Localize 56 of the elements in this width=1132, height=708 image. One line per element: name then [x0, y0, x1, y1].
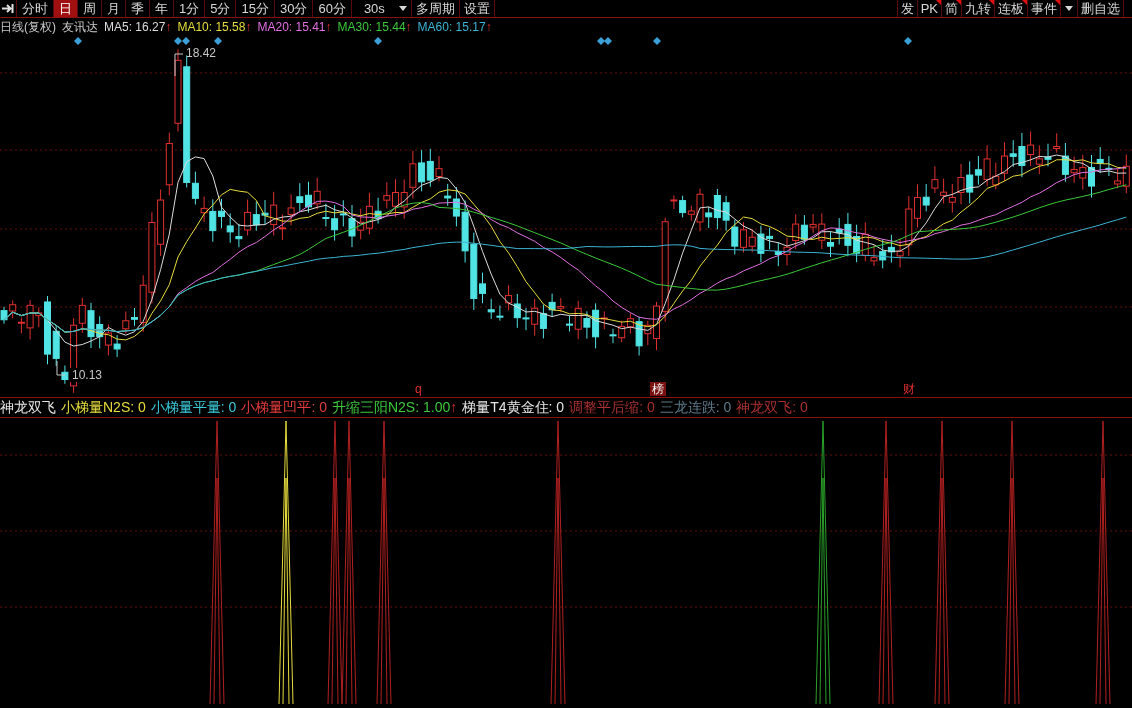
indicator-reading: 升缩三阳N2S: 1.00 [331, 398, 451, 417]
diamond-icon [214, 37, 222, 45]
indicator-reading: 小梯量N2S: 0 [61, 398, 146, 417]
caret-icon [1065, 6, 1073, 11]
toolbar-button[interactable]: 连板 [994, 0, 1027, 17]
diamond-icon [904, 37, 912, 45]
ma-reading: MA5: 16.27 [104, 19, 166, 36]
up-arrow: ↑ [450, 398, 458, 417]
up-arrow: ↑ [485, 19, 492, 36]
toolbar-button[interactable]: 设置 [458, 0, 494, 17]
diamond-icon [374, 37, 382, 45]
period-tab[interactable]: 5分 [204, 0, 236, 17]
up-arrow: ↑ [405, 19, 412, 36]
leader-line [174, 53, 184, 77]
event-badge[interactable]: 榜 [650, 382, 666, 396]
indicator-reading: 小梯量凹平: 0 [241, 398, 327, 417]
event-marker[interactable]: 财 [903, 382, 915, 396]
period-tab[interactable]: 日 [53, 0, 77, 17]
high-price-label: 18.42 [186, 46, 217, 60]
period-tab[interactable]: 年 [149, 0, 173, 17]
period-tab[interactable]: 60分 [312, 0, 351, 17]
indicator-reading: 小梯量平量: 0 [150, 398, 237, 417]
ma-reading: MA30: 15.44 [337, 19, 406, 36]
indicator-title: 神龙双飞 [0, 398, 56, 417]
leader-line [56, 360, 66, 376]
toolbar-button[interactable]: 简 [941, 0, 961, 17]
period-tab[interactable]: 季 [125, 0, 149, 17]
up-arrow: ↑ [325, 19, 332, 36]
period-tab[interactable]: 1分 [173, 0, 205, 17]
event-marker[interactable]: q [415, 382, 422, 396]
period-tab[interactable]: 月 [101, 0, 125, 17]
toolbar-button[interactable]: 删自选 [1077, 0, 1124, 17]
indicator-reading: 三龙连跌: 0 [659, 398, 732, 417]
period-tab[interactable]: 30分 [273, 0, 313, 17]
indicator-reading: 神龙双飞: 0 [736, 398, 808, 417]
stock-name: 友讯达 [62, 19, 98, 36]
diamond-icon [74, 37, 82, 45]
ma-reading: MA10: 15.58 [177, 19, 246, 36]
period-tab[interactable]: 周 [77, 0, 101, 17]
toolbar-button[interactable]: 九转 [961, 0, 994, 17]
toolbar-button[interactable]: 事件 [1027, 0, 1060, 17]
indicator-reading: 调整平后缩: 0 [569, 398, 655, 417]
up-arrow: ↑ [165, 19, 172, 36]
toolbar-button[interactable]: 多周期 [410, 0, 459, 17]
ma-reading: MA60: 15.17 [417, 19, 486, 36]
caret-icon [398, 6, 407, 11]
interval-dropdown[interactable]: 30s [350, 0, 411, 17]
indicator-reading: 梯量T4黄金住: 0 [462, 398, 565, 417]
ma-reading: MA20: 15.41 [257, 19, 326, 36]
up-arrow: ↑ [245, 19, 252, 36]
period-tab[interactable]: 15分 [235, 0, 274, 17]
low-price-label: 10.13 [70, 368, 105, 382]
toolbar-button[interactable]: PK [916, 0, 941, 17]
diamond-icon [653, 37, 661, 45]
chart-title: 日线(复权) [0, 19, 56, 36]
toolbar-button[interactable]: 发 [896, 0, 917, 17]
